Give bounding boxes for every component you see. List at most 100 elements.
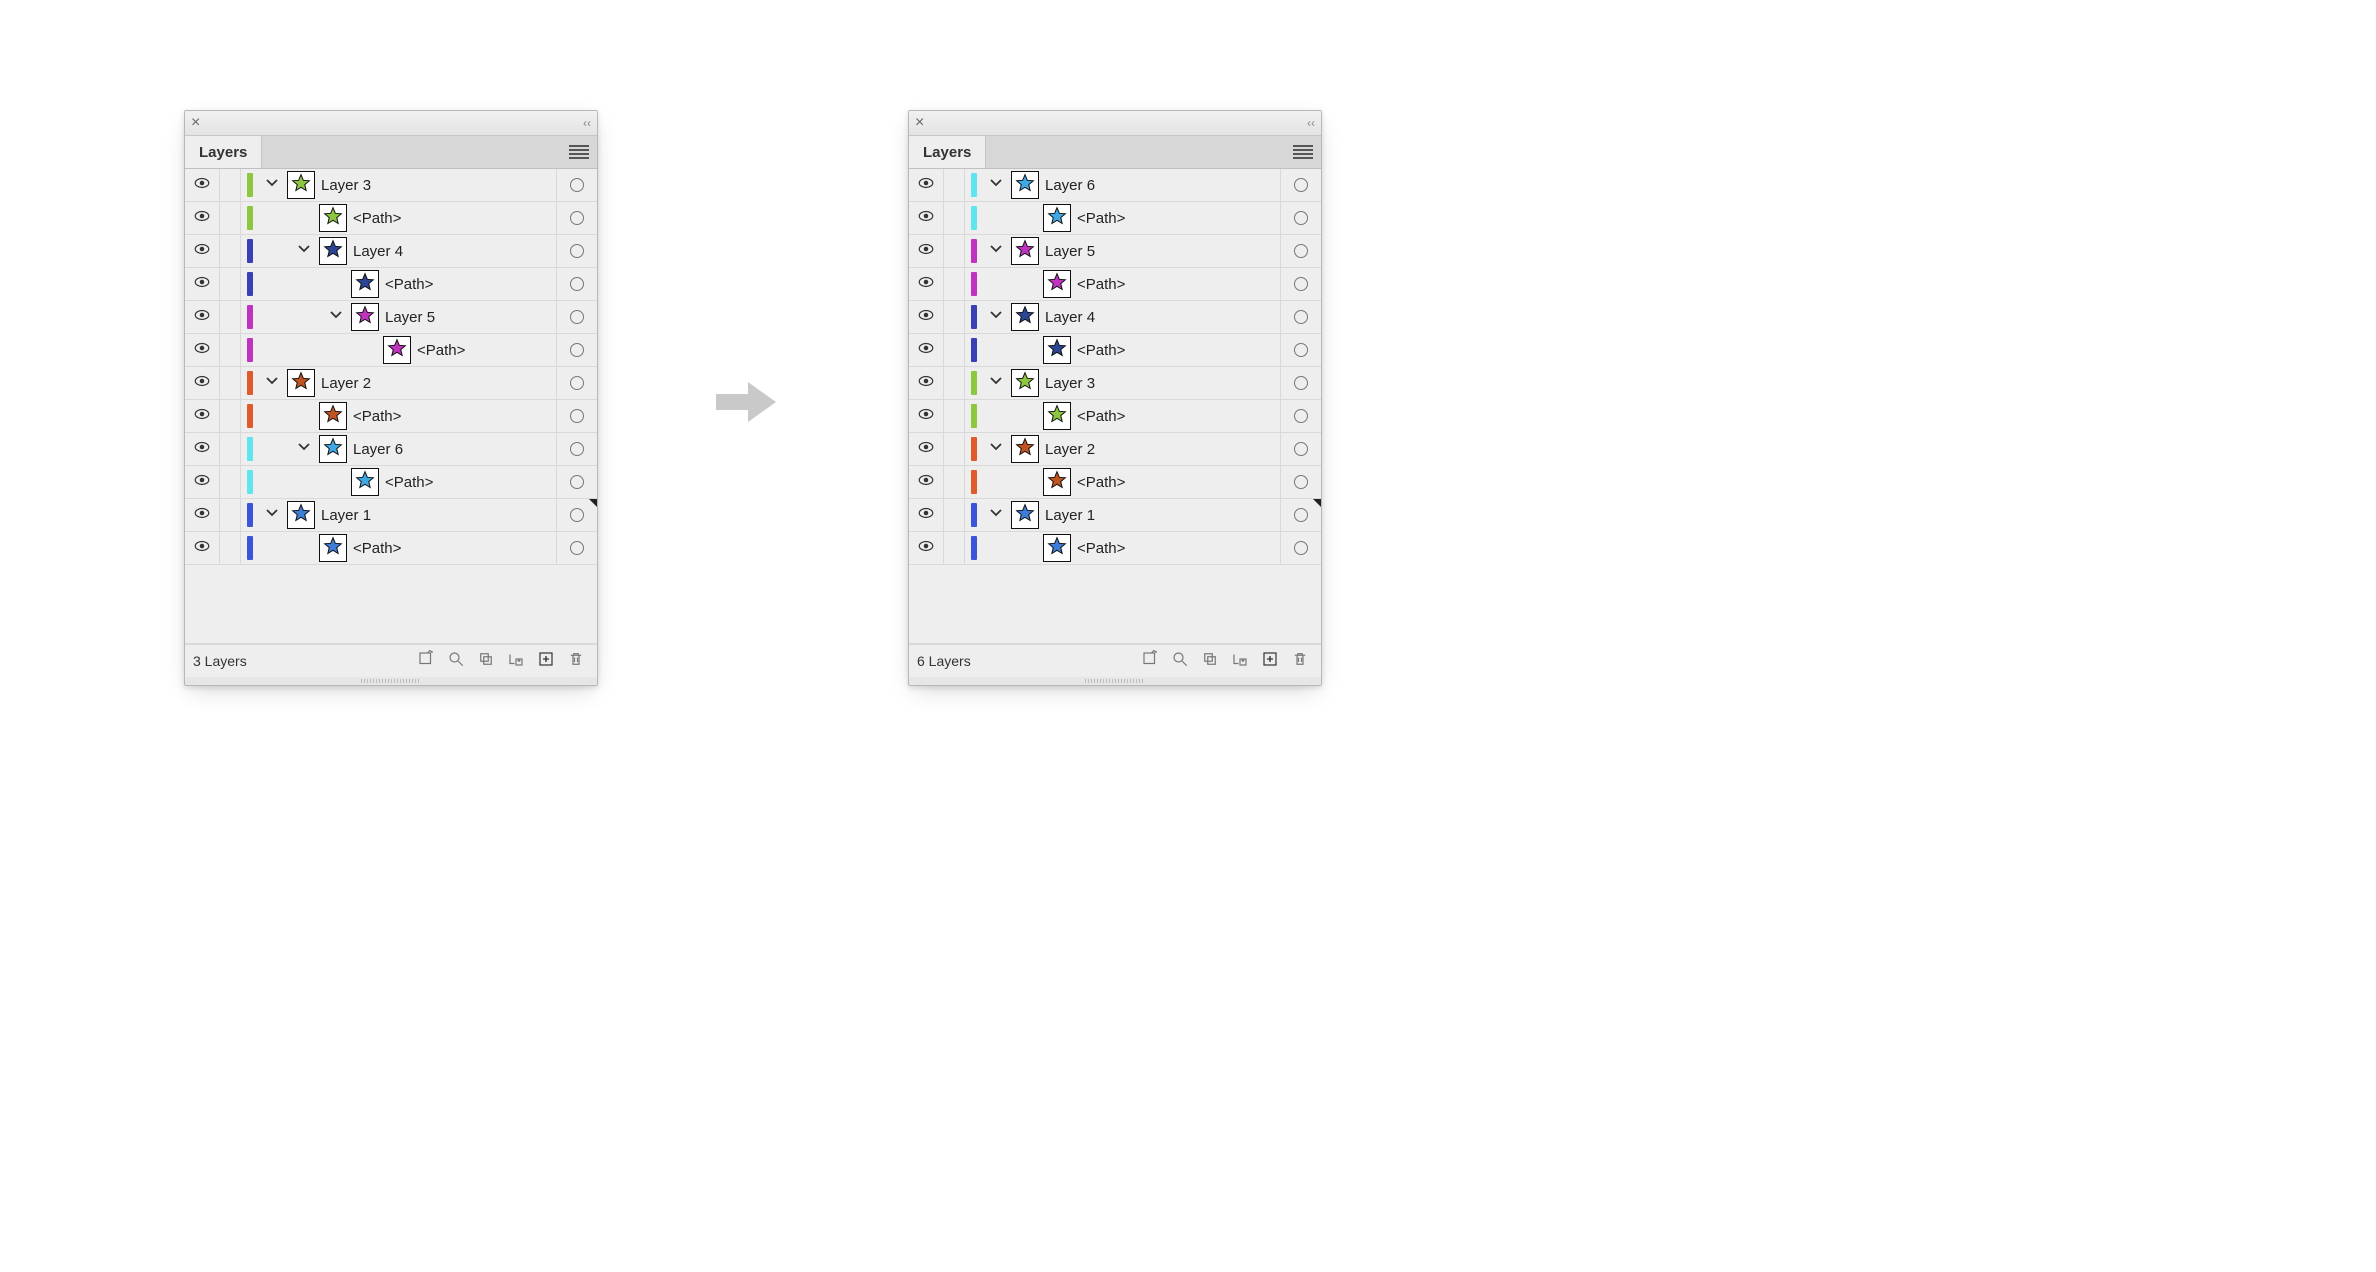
- layer-row[interactable]: Layer 1: [909, 499, 1321, 532]
- lock-column[interactable]: [944, 334, 965, 366]
- disclosure-toggle[interactable]: [263, 176, 281, 194]
- layer-thumbnail[interactable]: [1043, 534, 1071, 562]
- selection-target-cell[interactable]: [556, 400, 597, 432]
- path-row[interactable]: <Path>: [185, 532, 597, 565]
- layer-name[interactable]: Layer 1: [321, 507, 556, 524]
- visibility-toggle[interactable]: [185, 367, 220, 399]
- merge-sub-button[interactable]: [1227, 650, 1253, 672]
- visibility-toggle[interactable]: [909, 466, 944, 498]
- visibility-toggle[interactable]: [909, 169, 944, 201]
- selection-target-cell[interactable]: [556, 268, 597, 300]
- layer-thumbnail[interactable]: [1043, 402, 1071, 430]
- layer-row[interactable]: Layer 5: [185, 301, 597, 334]
- path-name[interactable]: <Path>: [1077, 342, 1280, 359]
- lock-column[interactable]: [220, 433, 241, 465]
- lock-column[interactable]: [944, 499, 965, 531]
- selection-target-cell[interactable]: [556, 532, 597, 564]
- layer-name[interactable]: Layer 2: [321, 375, 556, 392]
- search-button[interactable]: [1167, 650, 1193, 672]
- selection-target-cell[interactable]: [556, 235, 597, 267]
- lock-column[interactable]: [220, 367, 241, 399]
- layer-thumbnail[interactable]: [1011, 303, 1039, 331]
- selection-target-cell[interactable]: [1280, 499, 1321, 531]
- selection-target-cell[interactable]: [556, 466, 597, 498]
- lock-column[interactable]: [220, 466, 241, 498]
- lock-column[interactable]: [944, 466, 965, 498]
- layer-row[interactable]: Layer 3: [185, 169, 597, 202]
- visibility-toggle[interactable]: [185, 532, 220, 564]
- layer-thumbnail[interactable]: [1011, 237, 1039, 265]
- layer-thumbnail[interactable]: [383, 336, 411, 364]
- layer-thumbnail[interactable]: [287, 171, 315, 199]
- lock-column[interactable]: [944, 433, 965, 465]
- selection-target-cell[interactable]: [556, 334, 597, 366]
- selection-target-cell[interactable]: [1280, 202, 1321, 234]
- selection-target-cell[interactable]: [1280, 433, 1321, 465]
- visibility-toggle[interactable]: [909, 532, 944, 564]
- path-name[interactable]: <Path>: [1077, 474, 1280, 491]
- path-row[interactable]: <Path>: [909, 334, 1321, 367]
- path-row[interactable]: <Path>: [909, 466, 1321, 499]
- layer-thumbnail[interactable]: [287, 501, 315, 529]
- visibility-toggle[interactable]: [909, 334, 944, 366]
- trash-button[interactable]: [1287, 650, 1313, 672]
- lock-column[interactable]: [220, 169, 241, 201]
- layer-thumbnail[interactable]: [319, 237, 347, 265]
- layer-thumbnail[interactable]: [319, 402, 347, 430]
- visibility-toggle[interactable]: [185, 433, 220, 465]
- visibility-toggle[interactable]: [185, 301, 220, 333]
- lock-column[interactable]: [944, 169, 965, 201]
- lock-column[interactable]: [220, 202, 241, 234]
- lock-column[interactable]: [220, 499, 241, 531]
- layer-row[interactable]: Layer 2: [185, 367, 597, 400]
- layer-thumbnail[interactable]: [1043, 204, 1071, 232]
- layer-thumbnail[interactable]: [319, 534, 347, 562]
- panel-titlebar[interactable]: ×‹‹: [909, 111, 1321, 136]
- selection-target-cell[interactable]: [556, 433, 597, 465]
- selection-target-cell[interactable]: [556, 169, 597, 201]
- layer-list-empty-area[interactable]: [185, 565, 597, 644]
- path-name[interactable]: <Path>: [353, 540, 556, 557]
- lock-column[interactable]: [944, 268, 965, 300]
- path-name[interactable]: <Path>: [1077, 408, 1280, 425]
- layer-name[interactable]: Layer 4: [353, 243, 556, 260]
- selection-target-cell[interactable]: [556, 367, 597, 399]
- path-row[interactable]: <Path>: [909, 268, 1321, 301]
- resize-grip[interactable]: [185, 677, 597, 685]
- layer-thumbnail[interactable]: [287, 369, 315, 397]
- disclosure-toggle[interactable]: [263, 374, 281, 392]
- path-name[interactable]: <Path>: [353, 408, 556, 425]
- visibility-toggle[interactable]: [909, 202, 944, 234]
- lock-column[interactable]: [944, 400, 965, 432]
- trash-button[interactable]: [563, 650, 589, 672]
- layer-name[interactable]: Layer 5: [1045, 243, 1280, 260]
- visibility-toggle[interactable]: [185, 334, 220, 366]
- selection-target-cell[interactable]: [1280, 367, 1321, 399]
- close-button[interactable]: ×: [915, 115, 924, 131]
- lock-column[interactable]: [220, 400, 241, 432]
- path-row[interactable]: <Path>: [909, 532, 1321, 565]
- locate-button[interactable]: [413, 650, 439, 672]
- layer-thumbnail[interactable]: [1043, 468, 1071, 496]
- layer-name[interactable]: Layer 6: [1045, 177, 1280, 194]
- visibility-toggle[interactable]: [909, 499, 944, 531]
- selection-target-cell[interactable]: [1280, 268, 1321, 300]
- layer-thumbnail[interactable]: [319, 435, 347, 463]
- path-row[interactable]: <Path>: [185, 466, 597, 499]
- disclosure-toggle[interactable]: [987, 176, 1005, 194]
- disclosure-toggle[interactable]: [295, 440, 313, 458]
- panel-titlebar[interactable]: ×‹‹: [185, 111, 597, 136]
- new-layer-button[interactable]: [1257, 650, 1283, 672]
- lock-column[interactable]: [220, 301, 241, 333]
- selection-target-cell[interactable]: [1280, 169, 1321, 201]
- selection-target-cell[interactable]: [556, 202, 597, 234]
- lock-column[interactable]: [944, 532, 965, 564]
- layer-thumbnail[interactable]: [351, 303, 379, 331]
- layer-thumbnail[interactable]: [1011, 369, 1039, 397]
- selection-target-cell[interactable]: [1280, 466, 1321, 498]
- layer-thumbnail[interactable]: [1011, 435, 1039, 463]
- layer-row[interactable]: Layer 5: [909, 235, 1321, 268]
- layer-name[interactable]: Layer 4: [1045, 309, 1280, 326]
- layer-row[interactable]: Layer 6: [185, 433, 597, 466]
- path-name[interactable]: <Path>: [1077, 210, 1280, 227]
